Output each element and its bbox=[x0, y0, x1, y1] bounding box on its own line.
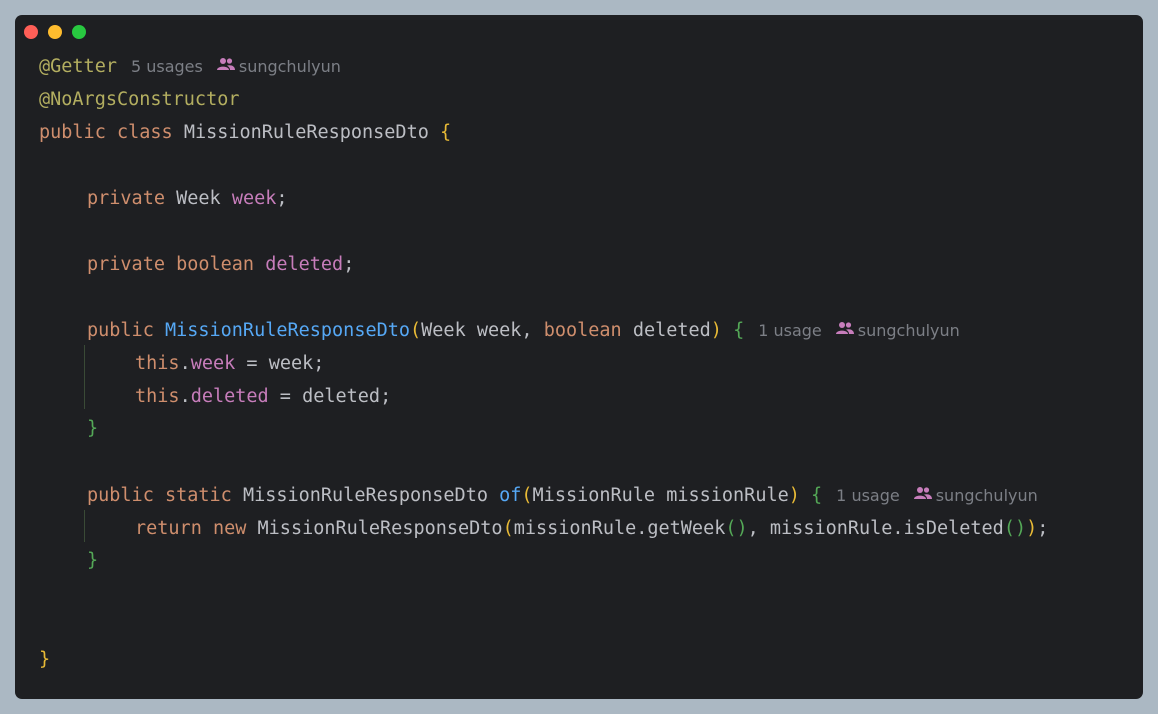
code-line-11: this.deleted = deleted; bbox=[135, 386, 392, 407]
code-line-16: } bbox=[87, 544, 98, 577]
code-line-5: private Week week; bbox=[87, 188, 288, 209]
code-line-9: public MissionRuleResponseDto(Week week,… bbox=[87, 314, 960, 347]
code-line-7: private boolean deleted; bbox=[87, 254, 355, 275]
usages-hint[interactable]: 1 usage bbox=[758, 321, 822, 340]
type-week: Week bbox=[176, 188, 221, 209]
keyword-private: private bbox=[87, 254, 165, 275]
keyword-class: class bbox=[116, 122, 173, 143]
code-line-15: return new MissionRuleResponseDto(missio… bbox=[135, 518, 1049, 539]
close-window-button[interactable] bbox=[24, 25, 38, 39]
brace-close: } bbox=[87, 550, 99, 571]
author-hint[interactable]: sungchulyun bbox=[835, 321, 960, 340]
maximize-window-button[interactable] bbox=[72, 25, 86, 39]
code-line-19: } bbox=[39, 643, 50, 676]
author-hint[interactable]: sungchulyun bbox=[216, 57, 341, 76]
keyword-public: public bbox=[87, 320, 154, 341]
code-line-10: this.week = week; bbox=[135, 353, 325, 374]
param-type-missionrule: MissionRule bbox=[532, 485, 656, 506]
brace-open: { bbox=[440, 122, 452, 143]
code-line-1: @Getter 5 usages sungchulyun bbox=[39, 50, 341, 83]
keyword-private: private bbox=[87, 188, 165, 209]
code-line-2: @NoArgsConstructor bbox=[39, 83, 239, 116]
keyword-public: public bbox=[87, 485, 154, 506]
class-name: MissionRuleResponseDto bbox=[183, 122, 429, 143]
return-type: MissionRuleResponseDto bbox=[242, 485, 488, 506]
param-missionrule: missionRule bbox=[666, 485, 789, 506]
param-type-week: Week bbox=[421, 320, 466, 341]
keyword-new: new bbox=[212, 518, 247, 539]
assign-week-rhs: week bbox=[268, 353, 314, 374]
constructor-name: MissionRuleResponseDto bbox=[164, 320, 411, 341]
keyword-this: this bbox=[135, 386, 180, 407]
param-type-boolean: boolean bbox=[543, 320, 622, 341]
users-icon bbox=[216, 49, 235, 82]
annotation-getter: @Getter bbox=[39, 56, 117, 77]
keyword-static: static bbox=[164, 485, 232, 506]
new-type: MissionRuleResponseDto bbox=[257, 518, 503, 539]
brace-close: } bbox=[87, 418, 99, 439]
code-line-14: public static MissionRuleResponseDto of(… bbox=[87, 479, 1038, 512]
usages-hint[interactable]: 5 usages bbox=[131, 57, 203, 76]
field-deleted: deleted bbox=[265, 254, 344, 275]
keyword-this: this bbox=[135, 353, 180, 374]
author-name: sungchulyun bbox=[935, 486, 1038, 505]
author-name: sungchulyun bbox=[238, 57, 341, 76]
code-line-12: } bbox=[87, 412, 98, 445]
method-of: of bbox=[499, 485, 522, 506]
field-week: week bbox=[231, 188, 277, 209]
users-icon bbox=[835, 313, 854, 346]
author-name: sungchulyun bbox=[857, 321, 960, 340]
keyword-boolean: boolean bbox=[176, 254, 255, 275]
assign-deleted-rhs: deleted bbox=[302, 386, 381, 407]
users-icon bbox=[913, 478, 932, 511]
minimize-window-button[interactable] bbox=[48, 25, 62, 39]
author-hint[interactable]: sungchulyun bbox=[913, 486, 1038, 505]
call-isdeleted: missionRule.isDeleted bbox=[769, 518, 1004, 539]
param-deleted: deleted bbox=[632, 320, 711, 341]
field-deleted: deleted bbox=[190, 386, 269, 407]
keyword-return: return bbox=[135, 518, 202, 539]
param-week: week bbox=[476, 320, 522, 341]
field-week: week bbox=[190, 353, 236, 374]
annotation-noargs: @NoArgsConstructor bbox=[39, 89, 240, 110]
code-window: @Getter 5 usages sungchulyun @NoArgsConstr… bbox=[15, 15, 1143, 699]
call-getweek: missionRule.getWeek bbox=[513, 518, 726, 539]
indent-guide-constructor bbox=[84, 345, 85, 409]
indent-guide-of-method bbox=[84, 510, 85, 542]
usages-hint[interactable]: 1 usage bbox=[836, 486, 900, 505]
code-line-3: public class MissionRuleResponseDto { bbox=[39, 116, 451, 149]
keyword-public: public bbox=[39, 122, 106, 143]
brace-close: } bbox=[39, 649, 51, 670]
